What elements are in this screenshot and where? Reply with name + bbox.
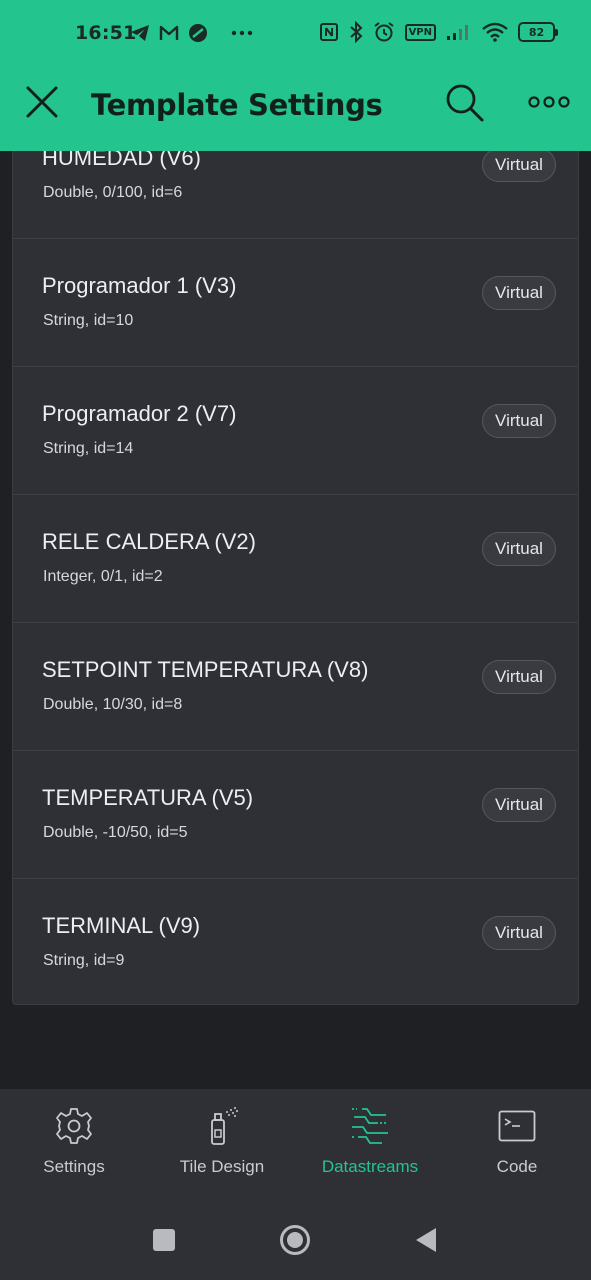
datastreams-icon xyxy=(350,1106,390,1146)
back-icon xyxy=(416,1228,436,1252)
alarm-icon xyxy=(373,21,395,43)
datastream-subtitle: String, id=9 xyxy=(43,952,125,969)
tab-tile-design[interactable]: Tile Design xyxy=(148,1089,296,1199)
home-button[interactable] xyxy=(279,1224,311,1256)
more-icon xyxy=(528,96,570,108)
datastream-row-temperatura[interactable]: TEMPERATURA (V5) Double, -10/50, id=5 Vi… xyxy=(13,751,578,879)
virtual-badge: Virtual xyxy=(482,148,556,182)
status-right-icons: VPN 82 xyxy=(319,21,558,43)
recents-icon xyxy=(153,1229,175,1251)
virtual-badge: Virtual xyxy=(482,532,556,566)
datastream-row-programador-1[interactable]: Programador 1 (V3) String, id=10 Virtual xyxy=(13,239,578,367)
close-icon xyxy=(26,86,58,118)
virtual-badge: Virtual xyxy=(482,788,556,822)
wifi-icon xyxy=(482,22,508,42)
datastream-title: Programador 2 (V7) xyxy=(42,401,237,426)
gmail-icon xyxy=(159,25,179,41)
tab-label: Settings xyxy=(43,1157,105,1176)
signal-icon xyxy=(446,23,472,41)
virtual-badge: Virtual xyxy=(482,660,556,694)
tab-settings[interactable]: Settings xyxy=(0,1089,148,1199)
nfc-icon xyxy=(319,22,339,42)
datastream-subtitle: Double, -10/50, id=5 xyxy=(43,824,188,841)
close-button[interactable] xyxy=(22,82,62,122)
datastream-title: TEMPERATURA (V5) xyxy=(42,785,254,810)
tab-label: Tile Design xyxy=(179,1157,265,1176)
more-button[interactable] xyxy=(528,92,570,112)
status-left-icons xyxy=(130,23,253,43)
vpn-icon: VPN xyxy=(404,23,436,41)
tab-datastreams[interactable]: Datastreams xyxy=(296,1089,444,1199)
bottom-nav: Settings Tile Design Datastreams Code xyxy=(0,1089,591,1199)
page-title: Template Settings xyxy=(91,88,383,122)
battery-level: 82 xyxy=(528,25,545,39)
status-bar: 16:51 VPN 82 xyxy=(0,0,591,68)
datastream-subtitle: String, id=14 xyxy=(43,440,134,457)
virtual-badge: Virtual xyxy=(482,916,556,950)
back-button[interactable] xyxy=(414,1227,440,1253)
recents-button[interactable] xyxy=(151,1227,177,1253)
system-nav-bar xyxy=(0,1199,591,1280)
datastream-subtitle: Integer, 0/1, id=2 xyxy=(43,568,163,585)
virtual-badge: Virtual xyxy=(482,276,556,310)
datastream-title: RELE CALDERA (V2) xyxy=(42,529,256,554)
terminal-icon xyxy=(497,1106,537,1146)
tab-label: Datastreams xyxy=(321,1157,419,1176)
tab-label: Code xyxy=(496,1157,538,1176)
datastream-row-terminal[interactable]: TERMINAL (V9) String, id=9 Virtual xyxy=(13,879,578,1004)
virtual-badge: Virtual xyxy=(482,404,556,438)
datastream-title: SETPOINT TEMPERATURA (V8) xyxy=(42,657,369,682)
datastream-list: HUMEDAD (V6) Double, 0/100, id=6 Virtual… xyxy=(12,110,579,1005)
app-icon xyxy=(188,23,208,43)
datastream-subtitle: Double, 10/30, id=8 xyxy=(43,696,183,713)
app-header: 16:51 VPN 82 Template Settings xyxy=(0,0,591,151)
status-time: 16:51 xyxy=(75,22,137,44)
battery-icon: 82 xyxy=(518,22,558,42)
search-button[interactable] xyxy=(444,82,486,124)
datastream-title: TERMINAL (V9) xyxy=(42,913,201,938)
datastream-row-rele-caldera[interactable]: RELE CALDERA (V2) Integer, 0/1, id=2 Vir… xyxy=(13,495,578,623)
datastream-title: Programador 1 (V3) xyxy=(42,273,237,298)
datastream-subtitle: Double, 0/100, id=6 xyxy=(43,184,183,201)
home-icon xyxy=(280,1225,310,1255)
app-bar: Template Settings xyxy=(0,68,591,151)
telegram-icon xyxy=(130,24,150,42)
search-icon xyxy=(446,84,484,122)
gear-icon xyxy=(54,1106,94,1146)
datastream-row-programador-2[interactable]: Programador 2 (V7) String, id=14 Virtual xyxy=(13,367,578,495)
more-dots-icon xyxy=(231,30,253,36)
datastream-row-setpoint-temperatura[interactable]: SETPOINT TEMPERATURA (V8) Double, 10/30,… xyxy=(13,623,578,751)
bluetooth-icon xyxy=(349,21,363,43)
datastream-subtitle: String, id=10 xyxy=(43,312,134,329)
tab-code[interactable]: Code xyxy=(443,1089,591,1199)
spray-can-icon xyxy=(202,1106,242,1146)
